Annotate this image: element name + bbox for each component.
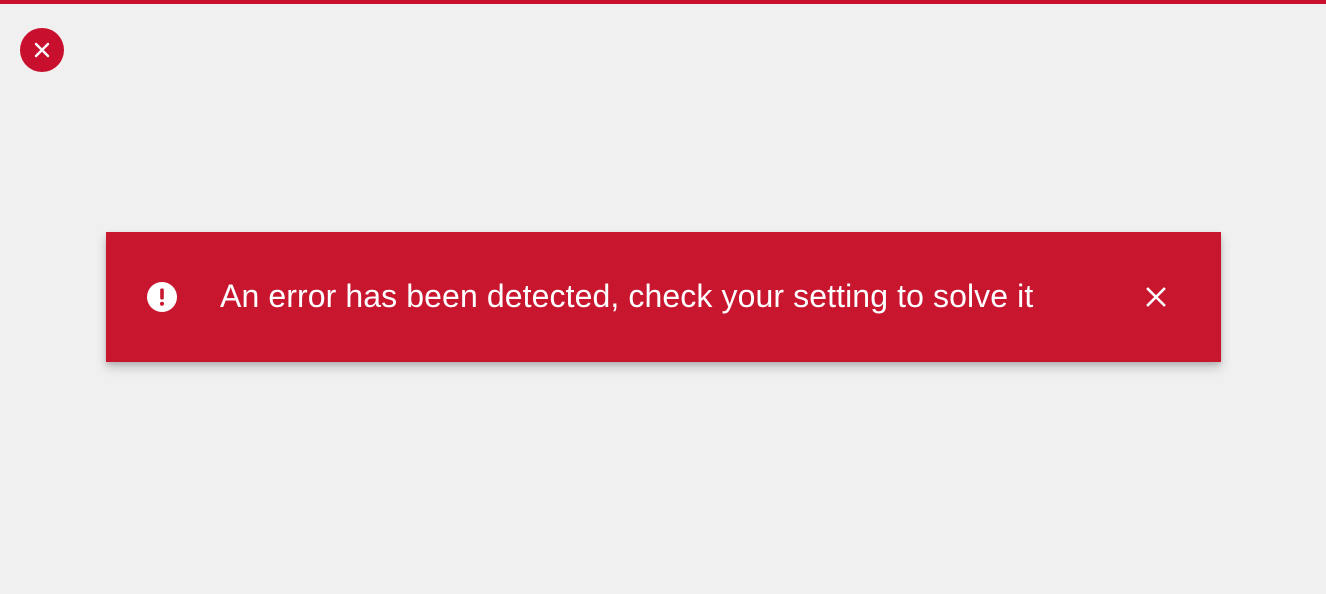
toast-message: An error has been detected, check your s… (220, 278, 1034, 314)
exclamation-circle-icon (146, 281, 178, 313)
close-icon (32, 40, 52, 60)
top-accent-bar (0, 0, 1326, 4)
error-toast: An error has been detected, check your s… (106, 232, 1221, 362)
close-icon (1145, 286, 1167, 308)
close-button[interactable] (20, 28, 64, 72)
toast-close-button[interactable] (1140, 281, 1172, 313)
